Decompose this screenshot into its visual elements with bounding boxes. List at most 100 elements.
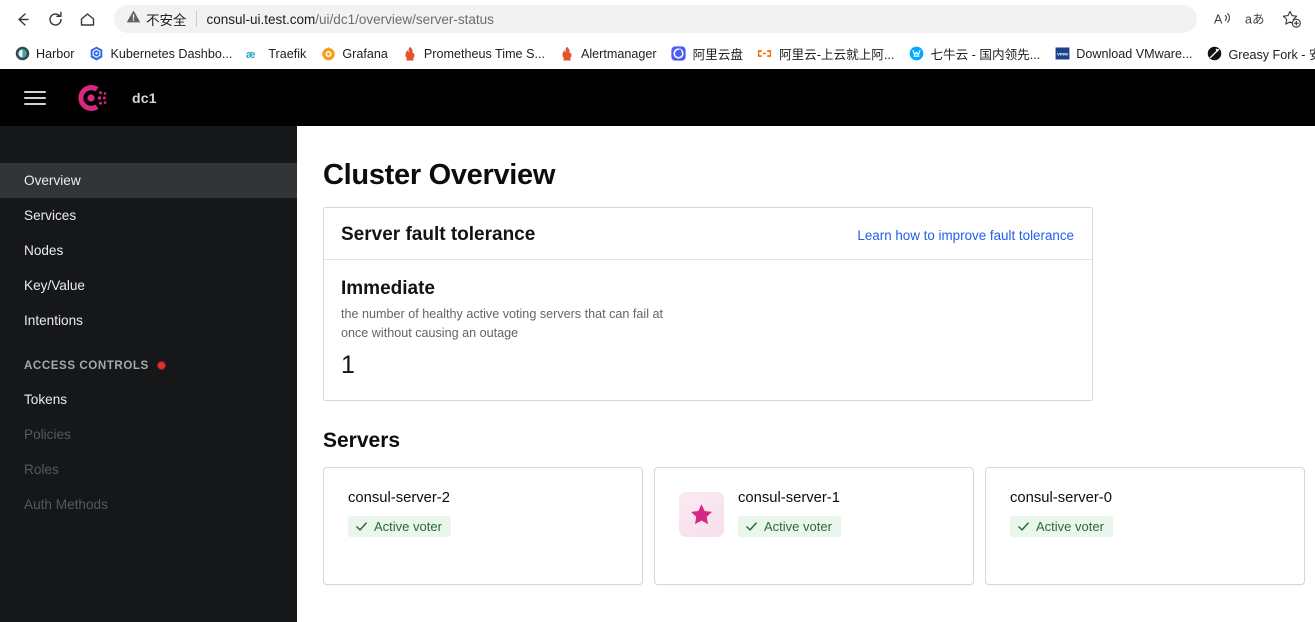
sidebar-item-key-value[interactable]: Key/Value — [0, 268, 297, 303]
site-security-chip[interactable]: 不安全 — [126, 9, 196, 29]
omnibox-divider — [195, 11, 197, 27]
home-icon[interactable] — [72, 4, 102, 34]
translate-icon[interactable]: aあ — [1241, 4, 1273, 34]
leader-star-icon — [679, 491, 724, 537]
svg-text:æ: æ — [246, 49, 256, 61]
fault-tolerance-card: Server fault tolerance Learn how to impr… — [323, 207, 1093, 401]
bookmark-aliyun[interactable]: 阿里云-上云就上阿... — [750, 40, 901, 67]
main-content: Cluster Overview Server fault tolerance … — [297, 126, 1315, 622]
bookmark-label: 阿里云盘 — [692, 48, 743, 62]
sidebar-item-auth-methods[interactable]: Auth Methods — [0, 487, 297, 522]
bookmark-alertmanager[interactable]: Alertmanager — [552, 42, 664, 66]
sidebar-item-label: Intentions — [24, 313, 83, 328]
browser-toolbar: 不安全 consul-ui.test.com/ui/dc1/overview/s… — [0, 0, 1315, 38]
harbor-icon — [14, 46, 30, 62]
bookmark-label: Alertmanager — [580, 46, 657, 61]
back-arrow-icon[interactable] — [8, 4, 38, 34]
check-icon — [1017, 520, 1030, 533]
bookmark-prometheus[interactable]: Prometheus Time S... — [395, 42, 552, 66]
sidebar-item-nodes[interactable]: Nodes — [0, 233, 297, 268]
status-badge: Active voter — [738, 515, 841, 537]
bookmarks-bar: Harbor Kubernetes Dashbo... æ Traefik Gr… — [0, 38, 1315, 69]
security-label: 不安全 — [146, 13, 187, 28]
sidebar-item-label: Services — [24, 208, 77, 223]
server-card[interactable]: consul-server-1 Active voter — [654, 466, 974, 585]
add-favorite-icon[interactable] — [1275, 4, 1307, 34]
qiniu-icon — [908, 46, 924, 62]
bookmark-label: Greasy Fork - 安全 — [1228, 48, 1315, 62]
sidebar-item-policies[interactable]: Policies — [0, 417, 297, 452]
bookmark-traefik[interactable]: æ Traefik — [239, 42, 313, 66]
grafana-icon — [320, 46, 336, 62]
greasyfork-icon — [1206, 46, 1222, 62]
svg-text:aあ: aあ — [1245, 13, 1264, 27]
sidebar-item-label: Tokens — [24, 392, 68, 407]
learn-fault-tolerance-link[interactable]: Learn how to improve fault tolerance — [857, 228, 1074, 243]
bookmark-greasy-fork[interactable]: Greasy Fork - 安全 — [1199, 40, 1315, 67]
sidebar-item-label: Nodes — [24, 243, 64, 258]
traefik-icon: æ — [246, 46, 262, 62]
url-path: /ui/dc1/overview/server-status — [315, 11, 494, 27]
sidebar-item-label: Auth Methods — [24, 497, 108, 512]
immediate-description: the number of healthy active voting serv… — [341, 307, 664, 341]
bookmark-label: Harbor — [36, 46, 75, 61]
url-text[interactable]: consul-ui.test.com/ui/dc1/overview/serve… — [207, 12, 494, 27]
sidebar-item-intentions[interactable]: Intentions — [0, 303, 297, 338]
sidebar-item-services[interactable]: Services — [0, 198, 297, 233]
fault-tolerance-header: Server fault tolerance Learn how to impr… — [324, 208, 1092, 260]
bookmark-kubernetes-dashboard[interactable]: Kubernetes Dashbo... — [82, 42, 240, 66]
server-info: consul-server-2 Active voter — [348, 490, 451, 537]
bookmark-label: Grafana — [342, 46, 388, 61]
status-label: Active voter — [764, 518, 832, 534]
aliyun-drive-icon — [671, 46, 687, 62]
browser-chrome: 不安全 consul-ui.test.com/ui/dc1/overview/s… — [0, 0, 1315, 69]
status-badge: Active voter — [1010, 515, 1113, 537]
read-aloud-icon[interactable]: A — [1207, 4, 1239, 34]
bookmark-vmware[interactable]: vmw Download VMware... — [1047, 42, 1199, 66]
bookmark-label: Download VMware... — [1076, 46, 1193, 61]
aliyun-icon — [757, 46, 773, 62]
sidebar-item-label: Key/Value — [24, 278, 85, 293]
sidebar-item-roles[interactable]: Roles — [0, 452, 297, 487]
bookmark-label: Prometheus Time S... — [423, 46, 545, 61]
fault-tolerance-title: Server fault tolerance — [341, 224, 536, 245]
server-name: consul-server-1 — [738, 489, 840, 506]
server-card[interactable]: consul-server-0 Active voter — [985, 466, 1305, 585]
app-body: Overview Services Nodes Key/Value Intent… — [0, 126, 1315, 622]
access-controls-alert-dot-icon — [156, 361, 166, 370]
bookmark-label: 阿里云-上云就上阿... — [778, 48, 895, 62]
sidebar-item-label: Overview — [24, 173, 81, 188]
bookmark-label: Kubernetes Dashbo... — [110, 46, 233, 61]
servers-grid: consul-server-2 Active voter consul-serv… — [323, 466, 1315, 585]
bookmark-harbor[interactable]: Harbor — [7, 42, 82, 66]
status-label: Active voter — [374, 518, 442, 534]
bookmark-label: 七牛云 - 国内领先... — [930, 48, 1041, 62]
servers-section-title: Servers — [323, 428, 401, 452]
sidebar-group-label: ACCESS CONTROLS — [24, 359, 149, 372]
status-badge: Active voter — [348, 515, 451, 537]
consul-logo-icon[interactable] — [73, 80, 109, 116]
datacenter-selector[interactable]: dc1 — [132, 90, 157, 106]
server-name: consul-server-0 — [1010, 489, 1112, 506]
bookmark-label: Traefik — [268, 46, 307, 61]
check-icon — [745, 520, 758, 533]
bookmark-aliyun-drive[interactable]: 阿里云盘 — [664, 40, 750, 67]
sidebar-item-overview[interactable]: Overview — [0, 163, 297, 198]
bookmark-grafana[interactable]: Grafana — [313, 42, 395, 66]
url-host: consul-ui.test.com — [206, 11, 316, 27]
kubernetes-icon — [89, 46, 105, 62]
prometheus-icon — [402, 46, 418, 62]
server-name: consul-server-2 — [348, 489, 450, 506]
sidebar: Overview Services Nodes Key/Value Intent… — [0, 126, 297, 622]
bookmark-qiniu[interactable]: 七牛云 - 国内领先... — [901, 40, 1047, 67]
warning-triangle-icon — [126, 9, 141, 29]
server-info: consul-server-1 Active voter — [738, 490, 841, 537]
server-card[interactable]: consul-server-2 Active voter — [323, 466, 643, 585]
alertmanager-icon — [559, 46, 575, 62]
address-bar[interactable]: 不安全 consul-ui.test.com/ui/dc1/overview/s… — [114, 5, 1197, 33]
toolbar-actions: A aあ — [1207, 4, 1307, 34]
reload-icon[interactable] — [40, 4, 70, 34]
sidebar-item-tokens[interactable]: Tokens — [0, 382, 297, 417]
hamburger-icon[interactable] — [24, 85, 50, 111]
sidebar-item-label: Roles — [24, 462, 59, 477]
